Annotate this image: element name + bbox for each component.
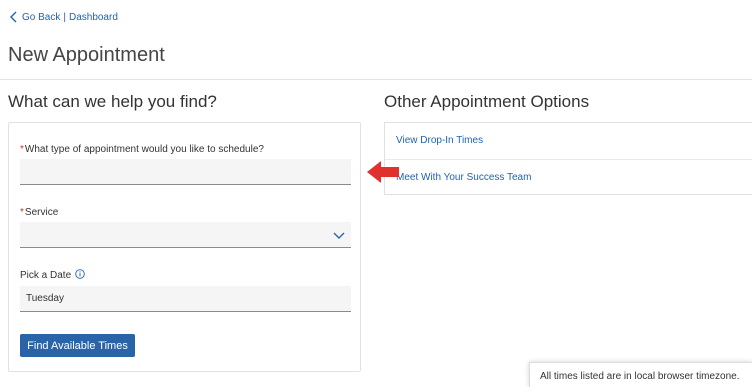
timezone-toast-text: All times listed are in local browser ti… [540, 371, 740, 382]
service-label-text: Service [24, 207, 59, 218]
date-label-text: Pick a Date [20, 270, 72, 281]
find-available-times-button[interactable]: Find Available Times [20, 334, 135, 357]
option-link-success-team[interactable]: Meet With Your Success Team [396, 172, 531, 183]
arrow-left-icon [367, 161, 399, 183]
date-value: Tuesday [26, 293, 64, 304]
appointment-type-select[interactable] [20, 159, 351, 185]
service-label: *Service [20, 207, 58, 218]
option-link-drop-in[interactable]: View Drop-In Times [396, 135, 483, 146]
service-select[interactable] [20, 222, 351, 248]
breadcrumb: Go Back | Dashboard [9, 11, 118, 23]
form-heading: What can we help you find? [8, 92, 217, 111]
page-title: New Appointment [8, 44, 165, 66]
option-divider [385, 159, 752, 160]
required-marker: * [20, 144, 24, 155]
options-heading: Other Appointment Options [384, 92, 590, 111]
appointment-type-label: *What type of appointment would you like… [20, 144, 264, 155]
chevron-left-icon[interactable] [9, 11, 19, 23]
date-input[interactable]: Tuesday [20, 286, 351, 312]
timezone-toast: All times listed are in local browser ti… [529, 362, 752, 387]
chevron-down-icon[interactable] [333, 230, 345, 240]
breadcrumb-separator: | [63, 11, 66, 23]
go-back-link[interactable]: Go Back [22, 12, 60, 23]
appointment-type-label-text: What type of appointment would you like … [24, 144, 264, 155]
date-label: Pick a Date [20, 269, 85, 281]
appointment-form-card: *What type of appointment would you like… [8, 122, 361, 372]
other-options-card: View Drop-In Times Meet With Your Succes… [384, 122, 752, 195]
title-divider [0, 79, 752, 80]
info-icon[interactable] [75, 269, 85, 279]
required-marker: * [20, 207, 24, 218]
dashboard-link[interactable]: Dashboard [69, 12, 118, 23]
